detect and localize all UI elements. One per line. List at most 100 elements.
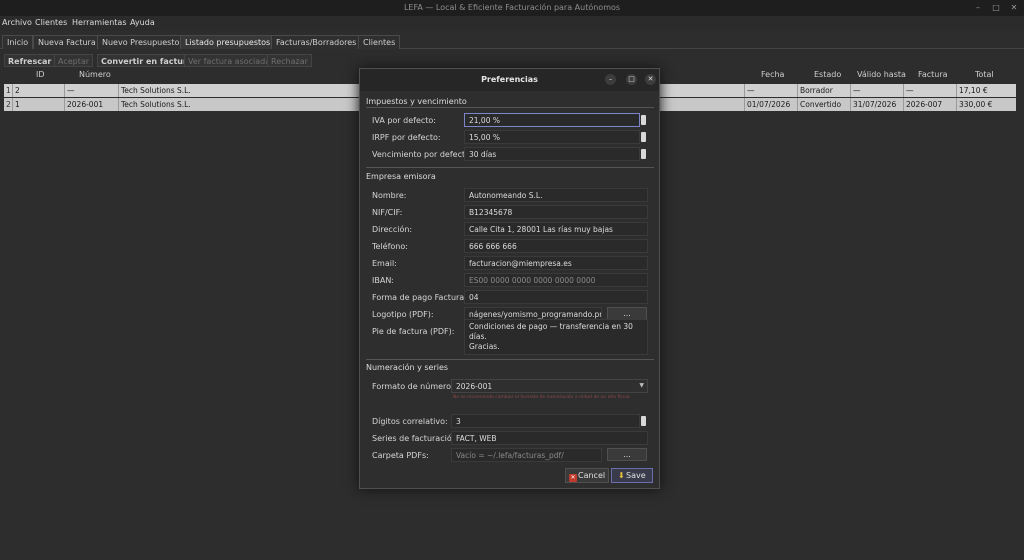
iban-label: IBANː (372, 276, 394, 285)
pdf-folder-label: Carpeta PDFs: (372, 451, 429, 460)
cell-divider (797, 98, 798, 111)
dialog-close-icon[interactable]: ✕ (645, 74, 656, 85)
minimize-icon[interactable]: – (972, 2, 984, 14)
irpf-field[interactable]: 15,00 % (464, 130, 640, 144)
cell-divider (744, 84, 745, 97)
tab-nuevo-presupuesto[interactable]: Nuevo Presupuesto (97, 35, 185, 49)
refresh-button[interactable]: Refrescar (4, 54, 56, 67)
cell-divider (903, 84, 904, 97)
cell-estado: Borrador (800, 86, 833, 95)
tab-listado-presupuestos[interactable]: Listado presupuestos (180, 35, 276, 49)
cell-divider (118, 84, 119, 97)
cell-total: 17,10 € (959, 86, 988, 95)
nif-label: NIF/CIF: (372, 208, 403, 217)
menu-herramientas[interactable]: Herramientas (72, 18, 127, 27)
company-name-label: Nombre: (372, 191, 407, 200)
irpf-label: IRPF por defecto: (372, 133, 441, 142)
row-number: 1 (6, 86, 11, 95)
cell-divider (64, 98, 65, 111)
cell-factura: 2026-007 (906, 100, 943, 109)
series-label: Series de facturación: (372, 434, 460, 443)
due-label: Vencimiento por defecto: (372, 150, 473, 159)
iban-field[interactable]: ES00 0000 0000 0000 0000 0000 (464, 273, 648, 287)
pdf-folder-field[interactable]: Vacío = ~/.lefa/facturas_pdf/ (451, 448, 602, 462)
cell-divider (12, 84, 13, 97)
cell-divider (956, 98, 957, 111)
payment-method-field[interactable]: 04 (464, 290, 648, 304)
menubar: Archivo Clientes Herramientas Ayuda (0, 16, 1024, 31)
cell-cliente: Tech Solutions S.L. (121, 86, 191, 95)
company-name-field[interactable]: Autonomeando S.L. (464, 188, 648, 202)
column-header-id[interactable]: ID (36, 70, 45, 82)
accept-button[interactable]: Aceptar (54, 54, 94, 67)
cell-divider (64, 84, 65, 97)
tab-inicio[interactable]: Inicio (2, 35, 34, 49)
column-header-numero[interactable]: Número (79, 70, 111, 82)
digits-label: Dígitos correlativo: (372, 417, 448, 426)
section-numbering-title: Numeración y series (366, 363, 449, 372)
email-field[interactable]: facturacion@miempresa.es (464, 256, 648, 270)
cell-divider (903, 98, 904, 111)
due-field[interactable]: 30 días (464, 147, 640, 161)
digits-spin-arrows-icon[interactable] (641, 416, 646, 426)
cell-id: 2 (15, 86, 20, 95)
cell-factura: — (906, 86, 914, 95)
email-label: Email: (372, 259, 397, 268)
cell-divider (850, 98, 851, 111)
section-company-title: Empresa emisora (366, 172, 436, 181)
cell-divider (850, 84, 851, 97)
pdf-folder-browse-button[interactable]: ... (607, 448, 647, 461)
payment-method-label: Forma de pago Facturae: (372, 293, 472, 302)
tab-facturas-borradores[interactable]: Facturas/Borradores (271, 35, 362, 49)
tab-nueva-factura[interactable]: Nueva Factura (33, 35, 101, 49)
cell-divider (797, 84, 798, 97)
menu-clientes[interactable]: Clientes (35, 18, 67, 27)
save-label: Save (626, 471, 646, 480)
cell-fecha: — (747, 86, 755, 95)
tab-clientes[interactable]: Clientes (358, 35, 401, 49)
save-button[interactable]: ⬇Save (611, 468, 653, 483)
phone-field[interactable]: 666 666 666 (464, 239, 648, 253)
irpf-spin-arrows-icon[interactable] (641, 132, 646, 142)
menu-ayuda[interactable]: Ayuda (130, 18, 155, 27)
cell-divider (956, 84, 957, 97)
column-header-total[interactable]: Total (975, 70, 994, 82)
column-header-valido-hasta[interactable]: Válido hasta (857, 70, 906, 82)
cell-total: 330,00 € (959, 100, 993, 109)
cell-id: 1 (15, 100, 20, 109)
number-format-select[interactable]: 2026-001 ▼ (451, 379, 648, 393)
number-format-warning: No se recomienda cambiar el formato de n… (453, 395, 631, 400)
dialog-minimize-icon[interactable]: – (605, 74, 616, 85)
digits-field[interactable]: 3 (451, 414, 640, 428)
dropdown-arrow-icon: ▼ (639, 382, 644, 389)
nif-field[interactable]: B12345678 (464, 205, 648, 219)
series-field[interactable]: FACT, WEB (451, 431, 648, 445)
cell-estado: Convertido (800, 100, 842, 109)
cell-divider (744, 98, 745, 111)
convert-to-invoice-button[interactable]: Convertir en factura (97, 54, 197, 67)
column-header-fecha[interactable]: Fecha (761, 70, 784, 82)
column-header-estado[interactable]: Estado (814, 70, 841, 82)
section-divider (366, 107, 654, 108)
dialog-maximize-icon[interactable]: □ (626, 74, 637, 85)
logo-label: Logotipo (PDF): (372, 310, 434, 319)
column-header-factura[interactable]: Factura (918, 70, 948, 82)
address-field[interactable]: Calle Cita 1, 28001 Las rías muy bajas (464, 222, 648, 236)
close-icon[interactable]: ✕ (1008, 2, 1020, 14)
dialog-titlebar: Preferencias – □ ✕ (360, 69, 659, 91)
cancel-button[interactable]: ✕ Cancel (565, 468, 610, 483)
cell-fecha: 01/07/2026 (747, 100, 791, 109)
cell-cliente: Tech Solutions S.L. (121, 100, 191, 109)
iva-field[interactable]: 21,00 % (464, 113, 640, 127)
footer-textarea[interactable]: Condiciones de pago — transferencia en 3… (464, 319, 648, 355)
cell-valido-hasta: 31/07/2026 (853, 100, 897, 109)
menu-archivo[interactable]: Archivo (2, 18, 32, 27)
iva-spin-arrows-icon[interactable] (641, 115, 646, 125)
cell-numero: 2026-001 (67, 100, 104, 109)
number-format-label: Formato de número: (372, 382, 454, 391)
maximize-icon[interactable]: □ (990, 2, 1002, 14)
view-invoice-button[interactable]: Ver factura asociada (184, 54, 275, 67)
due-spin-arrows-icon[interactable] (641, 149, 646, 159)
reject-button[interactable]: Rechazar (267, 54, 312, 67)
preferences-dialog: Preferencias – □ ✕ Impuestos y vencimien… (359, 68, 660, 489)
